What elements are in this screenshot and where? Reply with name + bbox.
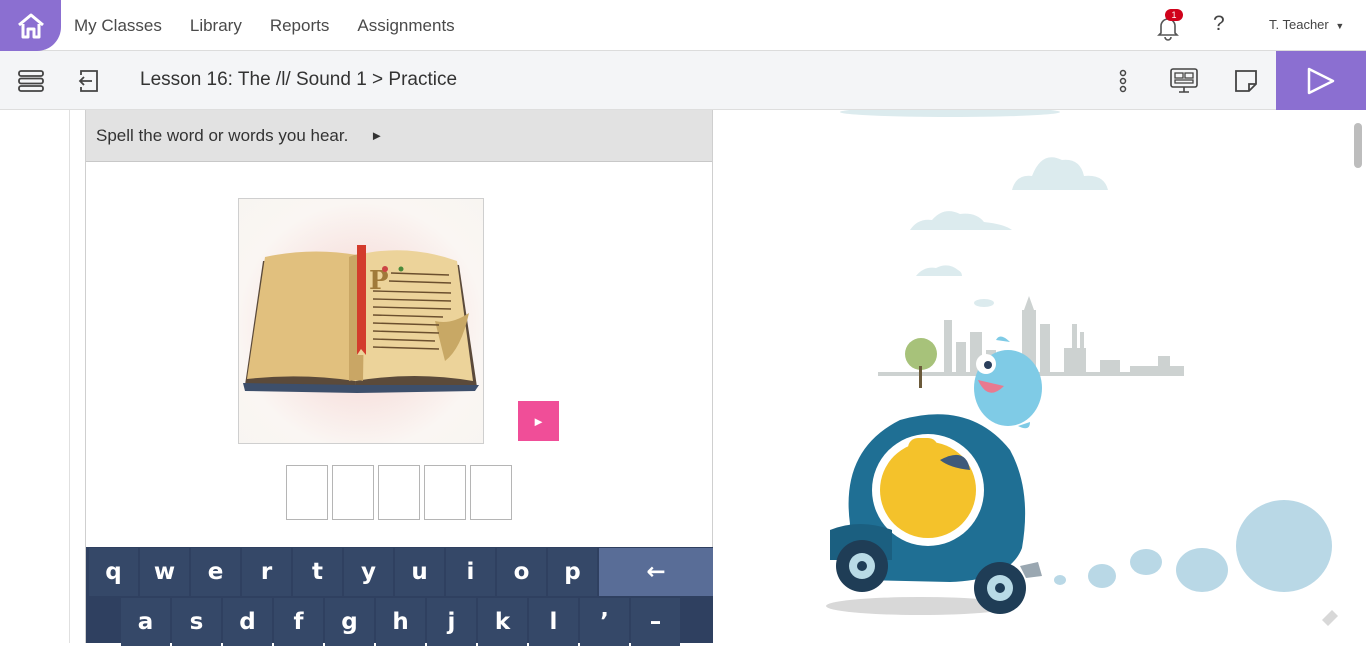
key-r[interactable]: r bbox=[242, 548, 291, 596]
key-d[interactable]: d bbox=[223, 598, 272, 646]
open-book-image: P bbox=[243, 245, 479, 393]
key-o[interactable]: o bbox=[497, 548, 546, 596]
key-s[interactable]: s bbox=[172, 598, 221, 646]
onscreen-keyboard: q w e r t y u i o p ← a s d f g h j k l … bbox=[86, 547, 715, 646]
letter-box[interactable] bbox=[424, 465, 466, 520]
user-menu[interactable]: T. Teacher ▼ bbox=[1269, 17, 1344, 32]
return-icon bbox=[78, 69, 98, 92]
scrollbar-thumb[interactable] bbox=[1354, 123, 1362, 168]
lesson-title: Lesson 16: The /l/ Sound 1 > Practice bbox=[140, 69, 458, 90]
key-t[interactable]: t bbox=[293, 548, 342, 596]
book-picture: P bbox=[238, 198, 484, 444]
key-j[interactable]: j bbox=[427, 598, 476, 646]
key-l[interactable]: l bbox=[529, 598, 578, 646]
key-dash[interactable]: – bbox=[631, 598, 680, 646]
key-g[interactable]: g bbox=[325, 598, 374, 646]
prompt-bar: Spell the word or words you hear. ► bbox=[86, 110, 712, 162]
key-apostrophe[interactable]: ’ bbox=[580, 598, 629, 646]
home-icon bbox=[17, 13, 44, 38]
notifications-button[interactable]: 1 bbox=[1155, 9, 1183, 41]
pencil-icon bbox=[1322, 610, 1338, 626]
key-u[interactable]: u bbox=[395, 548, 444, 596]
letter-boxes bbox=[286, 465, 516, 520]
home-button[interactable] bbox=[0, 0, 61, 51]
car-illustration bbox=[826, 110, 1338, 626]
notes-button[interactable] bbox=[1233, 51, 1259, 110]
key-f[interactable]: f bbox=[274, 598, 323, 646]
letter-box[interactable] bbox=[378, 465, 420, 520]
prompt-play-button[interactable]: ► bbox=[370, 128, 383, 143]
nav-assignments[interactable]: Assignments bbox=[357, 16, 454, 36]
lesson-content: Spell the word or words you hear. ► P ► … bbox=[0, 110, 1366, 646]
lesson-toolbar: Lesson 16: The /l/ Sound 1 > Practice bbox=[0, 51, 1366, 110]
clouds bbox=[840, 110, 1108, 307]
letter-box[interactable] bbox=[470, 465, 512, 520]
notification-badge: 1 bbox=[1165, 9, 1183, 21]
scrollbar[interactable] bbox=[1350, 110, 1366, 643]
key-e[interactable]: e bbox=[191, 548, 240, 596]
caret-down-icon: ▼ bbox=[1335, 21, 1345, 31]
tree-icon bbox=[905, 338, 937, 370]
play-lesson-button[interactable] bbox=[1276, 51, 1366, 110]
key-a[interactable]: a bbox=[121, 598, 170, 646]
keyboard-row-1: q w e r t y u i o p ← bbox=[89, 548, 715, 596]
user-name: T. Teacher bbox=[1269, 17, 1329, 32]
spelling-activity: Spell the word or words you hear. ► P ► … bbox=[85, 110, 715, 646]
presentation-icon bbox=[1170, 67, 1198, 93]
nav-links: My Classes Library Reports Assignments bbox=[74, 0, 483, 51]
backspace-key[interactable]: ← bbox=[599, 548, 713, 596]
audio-play-button[interactable]: ► bbox=[518, 401, 559, 441]
menu-button[interactable] bbox=[17, 51, 45, 110]
more-options-button[interactable] bbox=[1115, 51, 1131, 110]
keyboard-row-2: a s d f g h j k l ’ – bbox=[121, 598, 682, 646]
more-vertical-icon bbox=[1119, 69, 1127, 92]
key-h[interactable]: h bbox=[376, 598, 425, 646]
car bbox=[826, 414, 1042, 615]
exit-lesson-button[interactable] bbox=[76, 51, 100, 110]
note-icon bbox=[1235, 69, 1257, 92]
letter-box[interactable] bbox=[286, 465, 328, 520]
nav-reports[interactable]: Reports bbox=[270, 16, 330, 36]
nav-my-classes[interactable]: My Classes bbox=[74, 16, 162, 36]
key-y[interactable]: y bbox=[344, 548, 393, 596]
key-q[interactable]: q bbox=[89, 548, 138, 596]
key-k[interactable]: k bbox=[478, 598, 527, 646]
key-w[interactable]: w bbox=[140, 548, 189, 596]
play-icon bbox=[1307, 67, 1335, 94]
top-navigation: My Classes Library Reports Assignments 1… bbox=[0, 0, 1366, 51]
key-i[interactable]: i bbox=[446, 548, 495, 596]
content-divider bbox=[69, 110, 70, 643]
nav-library[interactable]: Library bbox=[190, 16, 242, 36]
prompt-text: Spell the word or words you hear. bbox=[96, 125, 349, 145]
exhaust-smoke bbox=[1054, 500, 1332, 592]
present-button[interactable] bbox=[1168, 51, 1200, 110]
letter-box[interactable] bbox=[332, 465, 374, 520]
list-menu-icon bbox=[18, 69, 44, 92]
help-button[interactable]: ? bbox=[1213, 12, 1225, 36]
key-p[interactable]: p bbox=[548, 548, 597, 596]
